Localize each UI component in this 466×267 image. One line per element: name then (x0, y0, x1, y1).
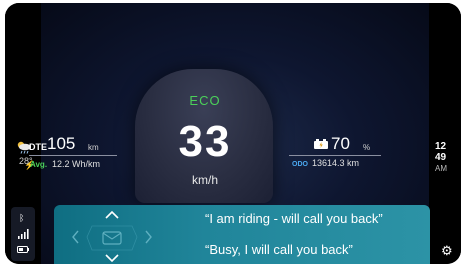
gear-icon[interactable]: ⚙ (441, 243, 453, 259)
ride-mode: ECO (189, 93, 221, 108)
avg-value: 12.2 Wh/km (52, 159, 101, 169)
dte-value: 105 (47, 134, 76, 153)
dte-label: DTE (29, 142, 47, 152)
battery-value: 70 (331, 134, 350, 153)
quick-reply-option[interactable]: “Busy, I will call you back” (205, 242, 353, 257)
clock-hour: 12 (435, 141, 447, 152)
odo-value: 13614.3 km (312, 158, 360, 168)
divider-line (29, 155, 117, 156)
right-status-strip (429, 3, 461, 264)
dpad-control[interactable] (61, 206, 165, 264)
bluetooth-icon: ᛒ (19, 213, 25, 223)
quick-reply-option[interactable]: “I am riding - will call you back” (205, 211, 383, 226)
signal-icon (18, 229, 29, 239)
chevron-down-icon (105, 254, 119, 263)
clock-minute: 49 (435, 152, 447, 163)
divider-line (289, 155, 381, 156)
speed-unit: km/h (191, 173, 218, 187)
dte-unit: km (88, 143, 99, 152)
avg-label: Avg. (30, 160, 48, 169)
message-icon (102, 231, 122, 245)
battery-icon (17, 246, 29, 253)
odo-label: ODO (292, 161, 308, 168)
chevron-left-icon (72, 230, 79, 244)
speed-value: 33 (178, 117, 232, 166)
clock-ampm: AM (435, 164, 447, 173)
battery-unit: % (363, 143, 371, 152)
battery-charge-icon (314, 139, 328, 149)
chevron-up-icon (105, 210, 119, 219)
chevron-right-icon (145, 230, 152, 244)
dashboard-screen: ECO 33 km/h 28° DTE 105 km ⚡ Avg. 12.2 W… (5, 3, 461, 264)
